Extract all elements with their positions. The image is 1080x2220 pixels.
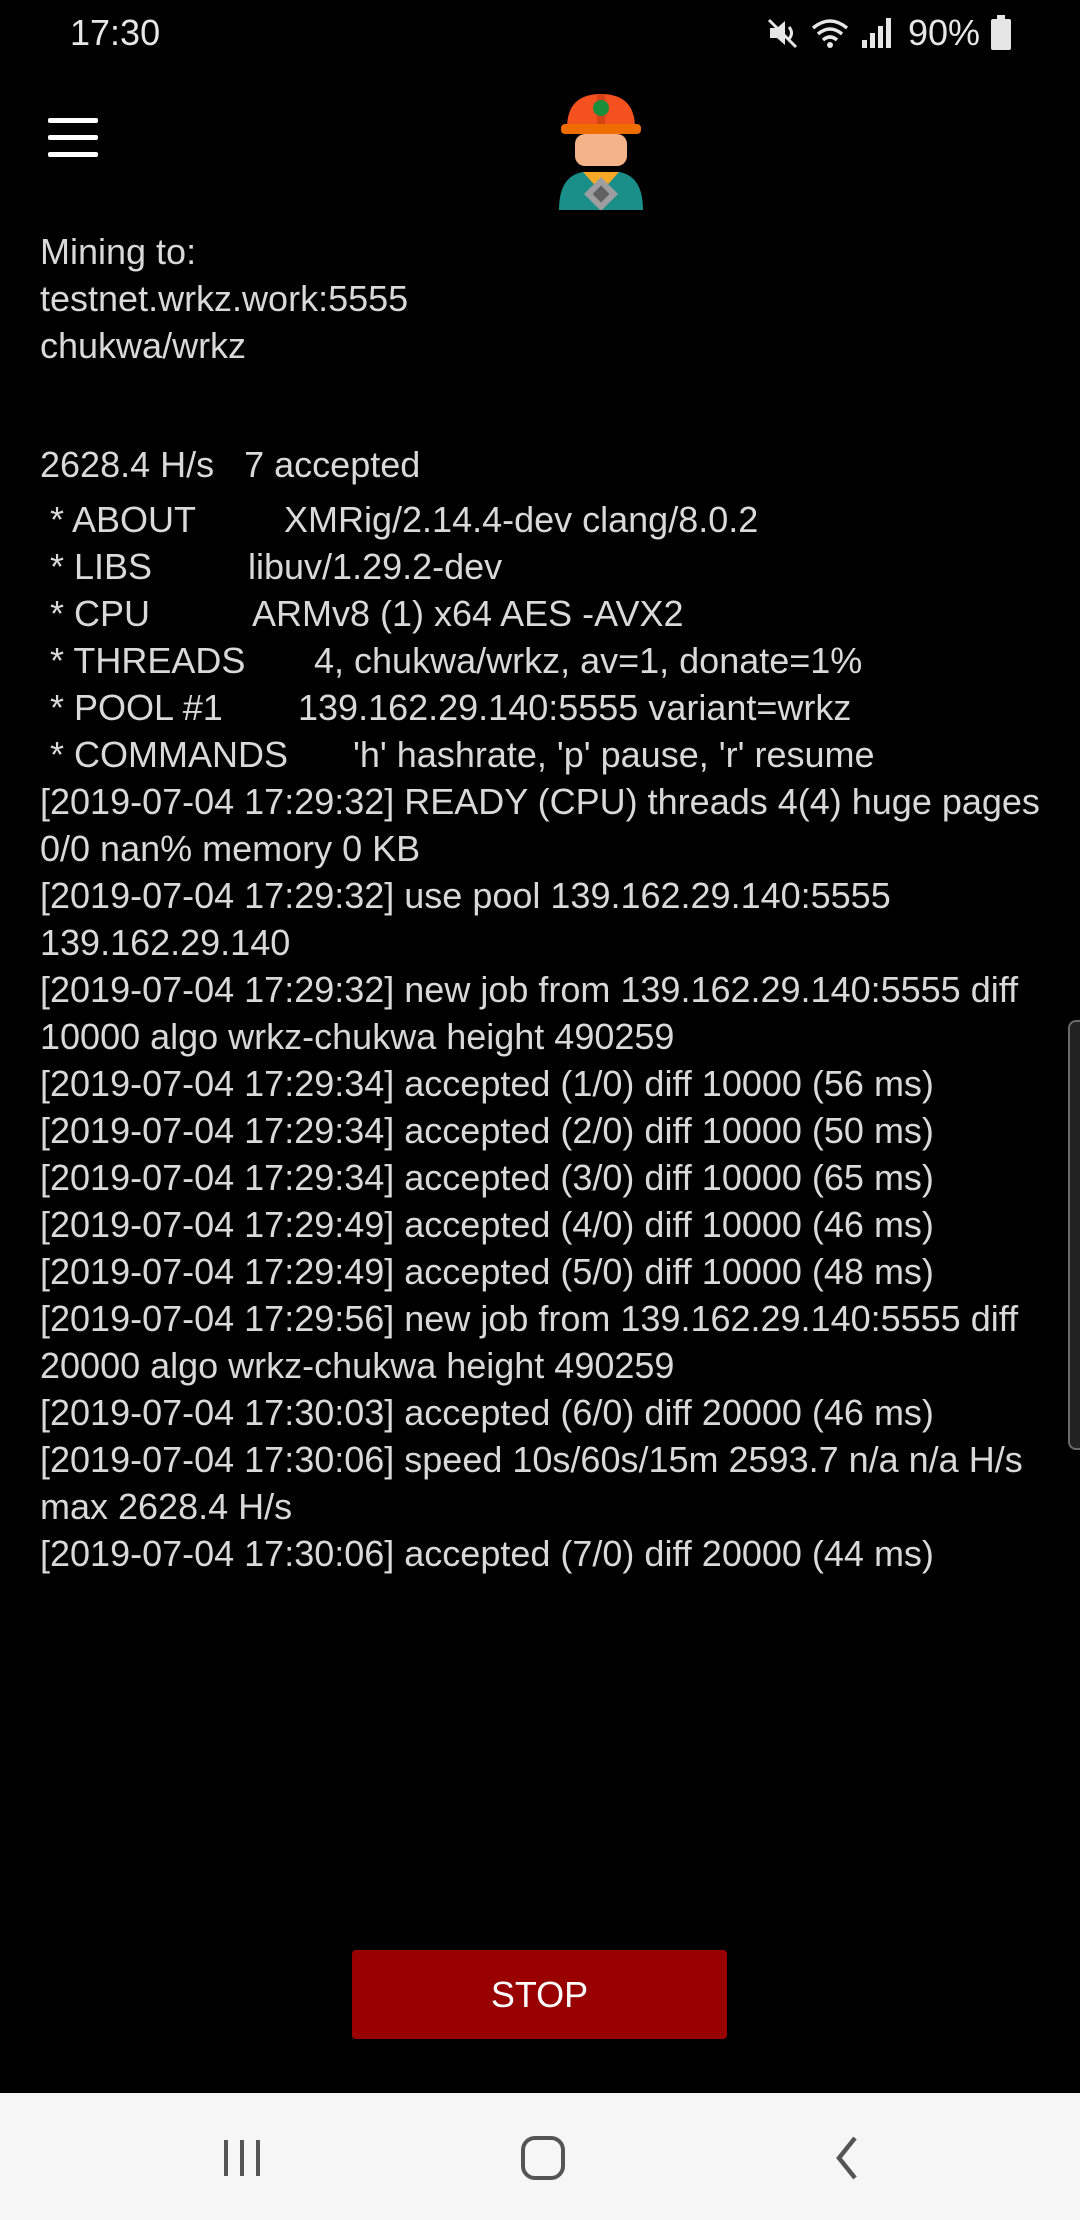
stats-line: 2628.4 H/s 7 accepted (40, 444, 420, 486)
log-line: [2019-07-04 17:29:32] new job from 139.1… (40, 969, 1019, 1057)
mute-icon (767, 18, 797, 49)
log-line: [2019-07-04 17:29:34] accepted (1/0) dif… (40, 1063, 934, 1104)
mining-algo: chukwa/wrkz (40, 325, 247, 366)
info-row-cpu: * CPU ARMv8 (1) x64 AES -AVX2 (40, 590, 1050, 637)
info-row-libs: * LIBS libuv/1.29.2-dev (40, 543, 1050, 590)
info-value: 'h' hashrate, 'p' pause, 'r' resume (353, 734, 875, 775)
hashrate-value: 2628.4 H/s (40, 444, 215, 485)
log-line: [2019-07-04 17:29:34] accepted (3/0) dif… (40, 1157, 934, 1198)
recent-apps-icon[interactable] (207, 2123, 277, 2193)
log-line: [2019-07-04 17:29:34] accepted (2/0) dif… (40, 1110, 934, 1151)
stop-button[interactable]: STOP (352, 1950, 727, 2039)
signal-icon (861, 18, 891, 48)
wifi-icon (811, 19, 849, 48)
info-key: * LIBS (40, 546, 153, 587)
info-key: * THREADS (40, 640, 246, 681)
info-row-threads: * THREADS 4, chukwa/wrkz, av=1, donate=1% (40, 637, 1050, 684)
info-row-commands: * COMMANDS 'h' hashrate, 'p' pause, 'r' r… (40, 731, 1050, 778)
log-line: [2019-07-04 17:30:03] accepted (6/0) dif… (40, 1392, 934, 1433)
status-icons: 90% (766, 12, 1012, 54)
battery-percentage: 90% (907, 12, 980, 53)
log-line: [2019-07-04 17:29:49] accepted (4/0) dif… (40, 1204, 934, 1245)
info-key: * COMMANDS (40, 734, 289, 775)
info-key: * CPU (40, 593, 151, 634)
info-row-about: * ABOUT XMRig/2.14.4-dev clang/8.0.2 (40, 496, 1050, 543)
log-line: [2019-07-04 17:29:49] accepted (5/0) dif… (40, 1251, 934, 1292)
mining-pool: testnet.wrkz.work:5555 (40, 278, 409, 319)
status-bar: 17:30 90% (0, 0, 1080, 66)
navigation-bar (0, 2093, 1080, 2220)
log-line: [2019-07-04 17:29:32] READY (CPU) thread… (40, 781, 1040, 869)
info-value: 4, chukwa/wrkz, av=1, donate=1% (314, 640, 863, 681)
info-key: * ABOUT (40, 499, 197, 540)
battery-icon (991, 15, 1011, 50)
log-line: [2019-07-04 17:29:32] use pool 139.162.2… (40, 875, 891, 963)
log-line: [2019-07-04 17:30:06] accepted (7/0) dif… (40, 1533, 934, 1574)
info-key: * POOL #1 (40, 687, 223, 728)
accepted-count: 7 accepted (244, 444, 421, 485)
log-line: [2019-07-04 17:30:06] speed 10s/60s/15m … (40, 1439, 1023, 1527)
info-value: 139.162.29.140:5555 variant=wrkz (298, 687, 852, 728)
scrollbar[interactable] (1068, 1020, 1080, 1450)
hamburger-menu-icon[interactable] (40, 110, 106, 166)
miner-worker-icon (559, 94, 643, 210)
info-value: libuv/1.29.2-dev (248, 546, 503, 587)
back-icon[interactable] (812, 2123, 882, 2193)
home-icon[interactable] (508, 2123, 578, 2193)
status-time: 17:30 (70, 12, 161, 53)
info-row-pool: * POOL #1 139.162.29.140:5555 variant=wrk… (40, 684, 1050, 731)
miner-log: * ABOUT XMRig/2.14.4-dev clang/8.0.2 * LI… (40, 496, 1050, 1577)
app-screen: 17:30 90% Mining to: testnet.wrkz.work:5… (0, 0, 1080, 2220)
info-value: ARMv8 (1) x64 AES -AVX2 (252, 593, 684, 634)
mining-label: Mining to: (40, 231, 197, 272)
log-line: [2019-07-04 17:29:56] new job from 139.1… (40, 1298, 1019, 1386)
info-value: XMRig/2.14.4-dev clang/8.0.2 (284, 499, 759, 540)
mining-info: Mining to: testnet.wrkz.work:5555 chukwa… (40, 228, 1040, 369)
